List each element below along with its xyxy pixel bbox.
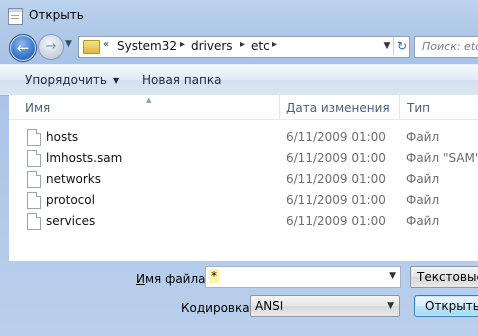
filetype-value: Текстовые документы (*.txt): [417, 270, 478, 284]
open-button[interactable]: Открыть: [414, 295, 478, 317]
file-date: 6/11/2009 01:00: [286, 214, 386, 228]
dialog-footer: Имя файла: * ▼ Текстовые документы (*.tx…: [0, 261, 478, 336]
address-bar[interactable]: « System32 ▸ drivers ▸ etc ▸ ▼ ↻: [78, 36, 410, 58]
encoding-label: Кодировка:: [181, 301, 254, 315]
file-icon: [27, 171, 41, 188]
organize-label: Упорядочить: [25, 73, 107, 87]
chevron-down-icon: ▼: [387, 301, 394, 311]
file-list[interactable]: Имя ▲ Дата изменения Тип hosts 6/11/2009…: [9, 95, 478, 261]
file-row[interactable]: lmhosts.sam 6/11/2009 01:00 Файл "SAM": [9, 148, 478, 169]
file-row[interactable]: services 6/11/2009 01:00 Файл: [9, 211, 478, 232]
command-toolbar: Упорядочить ▼ Новая папка: [0, 64, 478, 96]
title-bar: Открыть: [0, 0, 478, 30]
column-date[interactable]: Дата изменения: [286, 101, 390, 115]
filetype-select[interactable]: Текстовые документы (*.txt): [410, 266, 478, 288]
column-header-row: Имя ▲ Дата изменения Тип: [9, 95, 478, 120]
breadcrumb-item[interactable]: etc: [251, 39, 270, 53]
filename-value: *: [209, 269, 219, 283]
column-type[interactable]: Тип: [407, 101, 430, 115]
filename-label: Имя файла:: [136, 272, 210, 286]
breadcrumb-separator-icon[interactable]: ▸: [272, 39, 277, 50]
filename-label-accesskey: И: [136, 272, 145, 286]
breadcrumb-separator-icon[interactable]: ▸: [180, 39, 185, 50]
forward-arrow-icon: →: [45, 39, 57, 54]
filename-input[interactable]: * ▼: [205, 266, 401, 288]
file-icon: [27, 213, 41, 230]
refresh-icon[interactable]: ↻: [393, 37, 410, 55]
file-row[interactable]: networks 6/11/2009 01:00 Файл: [9, 169, 478, 190]
open-button-label: Открыть: [425, 299, 478, 313]
file-type: Файл "SAM": [406, 151, 478, 165]
encoding-value: ANSI: [255, 299, 284, 313]
chevron-down-icon[interactable]: ▼: [389, 271, 396, 281]
breadcrumb-separator-icon[interactable]: ▸: [240, 39, 245, 50]
search-input[interactable]: Поиск: etc: [414, 36, 478, 58]
file-name: protocol: [46, 193, 95, 207]
history-dropdown-icon[interactable]: ▼: [65, 39, 72, 49]
file-type: Файл: [406, 214, 440, 228]
file-type: Файл: [406, 172, 440, 186]
breadcrumb-overflow-icon[interactable]: «: [103, 39, 109, 50]
address-dropdown-icon[interactable]: ▼: [381, 38, 393, 54]
file-date: 6/11/2009 01:00: [286, 172, 386, 186]
column-divider[interactable]: [399, 95, 400, 119]
file-type: Файл: [406, 193, 440, 207]
sort-ascending-icon: ▲: [146, 96, 152, 104]
file-icon: [27, 192, 41, 209]
column-divider[interactable]: [279, 95, 280, 119]
back-arrow-icon: ←: [16, 39, 30, 57]
file-icon: [27, 129, 41, 146]
new-folder-button[interactable]: Новая папка: [142, 73, 221, 87]
breadcrumb-item[interactable]: System32: [117, 39, 177, 53]
file-row[interactable]: protocol 6/11/2009 01:00 Файл: [9, 190, 478, 211]
forward-button[interactable]: →: [38, 34, 64, 60]
file-name: hosts: [46, 130, 79, 144]
open-file-dialog: Открыть ← → ▼ « System32 ▸ drivers ▸ etc…: [0, 0, 478, 336]
breadcrumb-item[interactable]: drivers: [191, 39, 233, 53]
window-title: Открыть: [29, 8, 84, 22]
organize-button[interactable]: Упорядочить ▼: [25, 73, 119, 87]
notepad-icon: [8, 8, 23, 25]
filename-label-text: мя файла:: [144, 272, 210, 286]
back-button[interactable]: ←: [9, 34, 37, 62]
file-name: services: [46, 214, 96, 228]
file-name: lmhosts.sam: [46, 151, 123, 165]
file-date: 6/11/2009 01:00: [286, 193, 386, 207]
file-icon: [27, 150, 41, 167]
column-name[interactable]: Имя: [25, 101, 50, 115]
file-row[interactable]: hosts 6/11/2009 01:00 Файл: [9, 127, 478, 148]
navigation-bar: ← → ▼ « System32 ▸ drivers ▸ etc ▸ ▼ ↻ П…: [0, 30, 478, 62]
folder-icon: [83, 40, 100, 54]
encoding-select[interactable]: ANSI ▼: [250, 295, 400, 317]
file-name: networks: [46, 172, 101, 186]
file-date: 6/11/2009 01:00: [286, 130, 386, 144]
file-date: 6/11/2009 01:00: [286, 151, 386, 165]
chevron-down-icon: ▼: [112, 76, 120, 85]
search-placeholder: Поиск: etc: [422, 40, 478, 53]
file-type: Файл: [406, 130, 440, 144]
